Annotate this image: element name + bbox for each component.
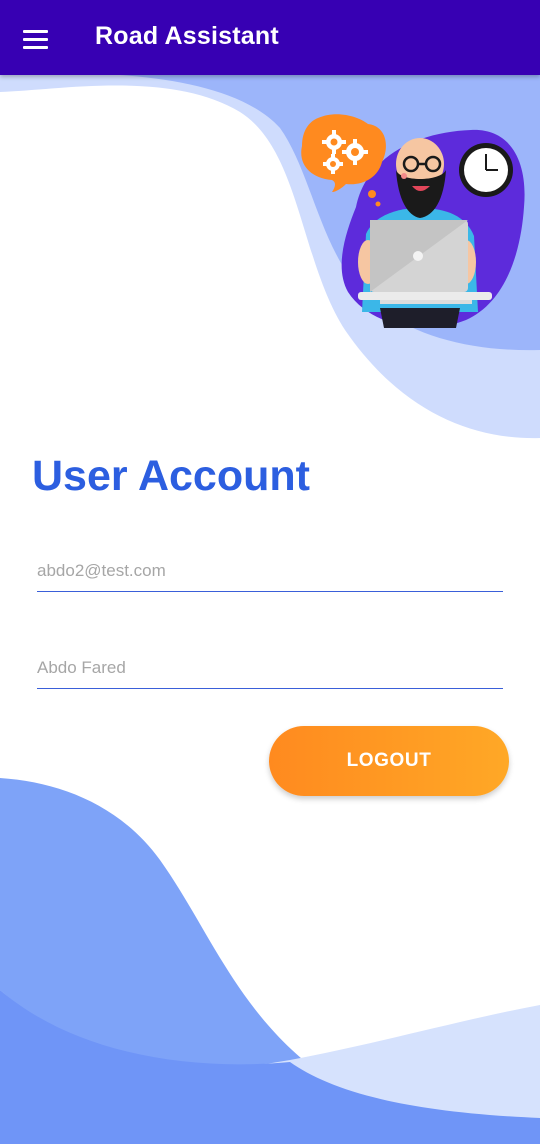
email-field[interactable] [37, 551, 503, 592]
user-account-screen: Road Assistant User Account abdo2@test.c… [0, 0, 540, 1144]
clock-icon [459, 143, 513, 197]
man-with-laptop-illustration [301, 114, 525, 328]
name-field[interactable] [37, 648, 503, 689]
hamburger-menu-icon [23, 30, 48, 49]
app-bar: Road Assistant [0, 0, 540, 75]
menu-button[interactable] [14, 17, 58, 61]
gears-icon [301, 114, 386, 207]
app-title: Road Assistant [95, 22, 279, 50]
page-title: User Account [32, 452, 310, 500]
logout-button[interactable]: LOGOUT [269, 726, 509, 796]
